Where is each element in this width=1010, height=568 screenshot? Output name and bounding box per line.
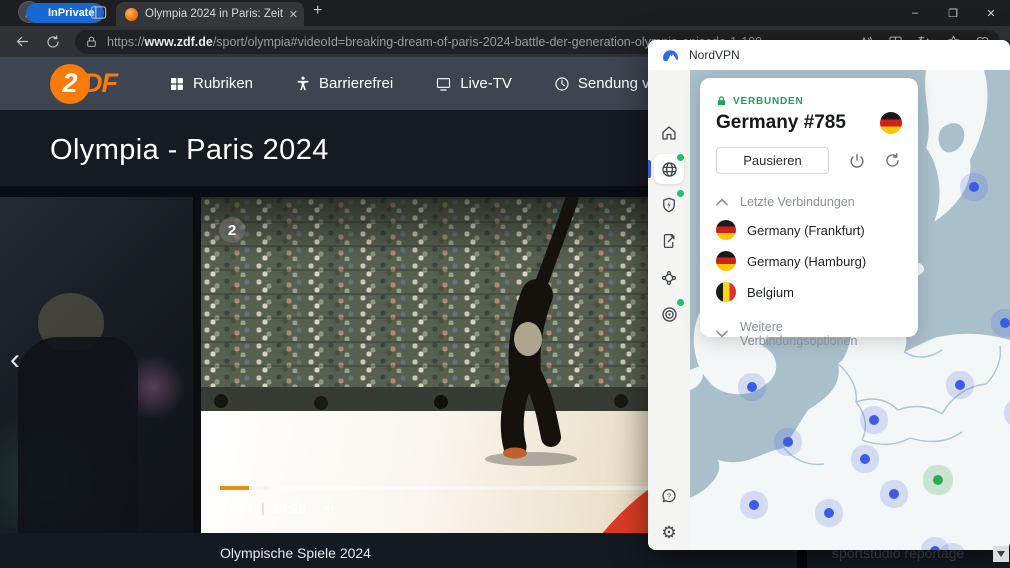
time-separator: | [261, 501, 265, 516]
tab-close-icon[interactable]: ✕ [289, 8, 298, 21]
map-server-dot[interactable] [969, 182, 979, 192]
enabled-status-dot [676, 189, 685, 198]
status-label: VERBUNDEN [733, 95, 804, 107]
nav-barrierefrei[interactable]: Barrierefrei [295, 75, 393, 92]
channel-badge: 2 [219, 217, 245, 243]
restore-button[interactable]: ❐ [934, 0, 972, 26]
meshnet-icon[interactable] [654, 263, 684, 293]
refresh-icon[interactable] [45, 34, 61, 50]
volume-icon[interactable] [320, 501, 337, 516]
svg-text:?: ? [667, 491, 671, 500]
map-server-dot[interactable] [783, 437, 793, 447]
lock-icon [87, 36, 96, 47]
recent-connections-header[interactable]: Letzte Verbindungen [716, 195, 902, 209]
nordvpn-sidebar: ? ⚙ [648, 70, 690, 550]
current-time: 01:01 [220, 501, 254, 516]
more-connection-options[interactable]: Weitere Verbindungsoptionen [716, 320, 902, 348]
video-time-row: 01:01 | 29:26 [220, 501, 337, 516]
nav-label: Barrierefrei [319, 75, 394, 92]
map-server-dot[interactable] [747, 382, 757, 392]
map-server-dot[interactable] [749, 500, 759, 510]
settings-gear-icon[interactable]: ⚙ [654, 517, 684, 547]
germany-flag-icon [880, 112, 902, 134]
recent-connection-belgium[interactable]: Belgium [716, 282, 902, 302]
dedicated-ip-target-icon[interactable] [654, 298, 685, 329]
nav-label: Rubriken [193, 75, 254, 92]
speaker-portrait-body [18, 337, 138, 533]
connection-status: VERBUNDEN [716, 95, 902, 107]
nordvpn-app-name: NordVPN [689, 48, 740, 62]
zdf-nav: Rubriken Barrierefrei Live-TV Sendung ve… [169, 75, 699, 92]
chevron-down-icon [716, 330, 728, 338]
connection-card: VERBUNDEN Germany #785 Pausieren Letzte … [700, 78, 918, 348]
progress-elapsed [220, 486, 249, 490]
scrollbar-down-button[interactable] [993, 546, 1009, 562]
enabled-status-dot [676, 298, 685, 307]
browser-tab[interactable]: Olympia 2024 in Paris: Zeitplan, L ✕ [116, 2, 304, 26]
page-title: Olympia - Paris 2024 [50, 134, 329, 166]
window-controls: – ❐ ✕ [896, 0, 1010, 26]
nav-live-tv[interactable]: Live-TV [435, 75, 512, 92]
vertical-tabs-icon[interactable] [90, 5, 108, 21]
nordvpn-popup: NordVPN ? ⚙ VERBUNDEN Germany #785 Pausi… [648, 40, 1010, 550]
previous-slide[interactable]: ‹ [0, 197, 193, 533]
nav-label: Live-TV [460, 75, 512, 92]
germany-flag-icon [716, 220, 736, 240]
disconnect-power-icon[interactable] [847, 151, 867, 171]
recent-connection-germany-hamburg[interactable]: Germany (Hamburg) [716, 251, 902, 271]
connected-server-name: Germany #785 [716, 112, 846, 133]
map-server-dot[interactable] [869, 415, 879, 425]
tab-title: Olympia 2024 in Paris: Zeitplan, L [145, 8, 283, 20]
home-icon[interactable] [654, 118, 684, 148]
new-tab-button[interactable]: + [313, 2, 322, 20]
map-server-dot[interactable] [1000, 318, 1010, 328]
map-server-dot[interactable] [889, 489, 899, 499]
map-server-dot[interactable] [824, 508, 834, 518]
threat-protection-shield-icon[interactable] [654, 189, 685, 220]
map-server-dot[interactable] [930, 546, 940, 550]
active-indicator [648, 160, 651, 178]
scroll-down-arrow-icon [997, 551, 1005, 557]
zdf-logo[interactable]: 2 DF [50, 63, 118, 104]
pause-button[interactable]: Pausieren [716, 147, 829, 174]
zdf-logo-df: DF [83, 68, 118, 98]
tab-strip: InPrivate Olympia 2024 in Paris: Zeitpla… [0, 0, 1010, 26]
split-tunneling-icon[interactable] [654, 226, 684, 256]
nordvpn-header: NordVPN [648, 40, 1010, 70]
nordvpn-logo-icon [663, 49, 678, 61]
close-button[interactable]: ✕ [972, 0, 1010, 26]
accessibility-icon [297, 76, 309, 91]
lock-icon [717, 96, 726, 106]
belgium-flag-icon [716, 282, 736, 302]
back-icon[interactable] [14, 33, 31, 50]
recent-connection-germany-frankfurt[interactable]: Germany (Frankfurt) [716, 220, 902, 240]
grid-icon [171, 77, 183, 90]
map-server-dot[interactable] [860, 454, 870, 464]
connected-server-dot[interactable] [933, 475, 943, 485]
minimize-button[interactable]: – [896, 0, 934, 26]
reconnect-icon[interactable] [883, 151, 902, 170]
carousel-prev-icon[interactable]: ‹ [10, 343, 20, 377]
help-icon[interactable]: ? [654, 481, 684, 511]
video-caption[interactable]: Olympische Spiele 2024 [220, 545, 371, 561]
map-server-dot[interactable] [955, 380, 965, 390]
connected-status-dot [676, 153, 685, 162]
tab-favicon-icon [125, 7, 138, 21]
clock-icon [555, 76, 569, 91]
duration: 29:26 [272, 501, 306, 516]
chevron-up-icon [716, 198, 728, 206]
tv-icon [437, 77, 451, 91]
nav-rubriken[interactable]: Rubriken [169, 75, 253, 92]
vpn-servers-globe-icon[interactable] [654, 153, 685, 184]
germany-flag-icon [716, 251, 736, 271]
